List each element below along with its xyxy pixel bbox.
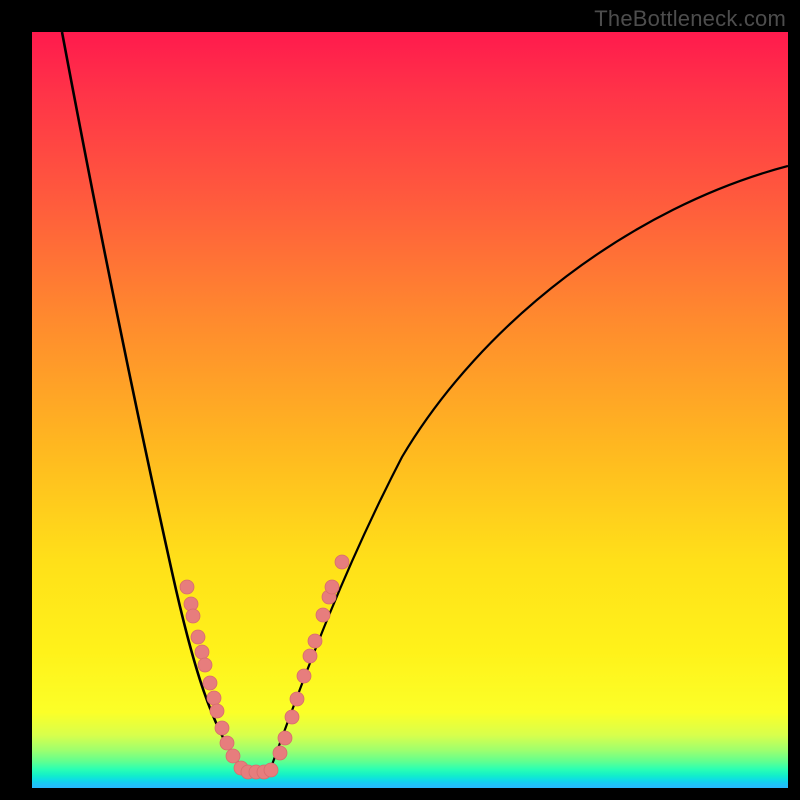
- attribution-label: TheBottleneck.com: [594, 6, 786, 32]
- left-curve: [62, 32, 244, 770]
- plot-area: [32, 32, 788, 788]
- right-curve: [270, 166, 788, 770]
- chart-frame: TheBottleneck.com: [0, 0, 800, 800]
- curves-layer: [32, 32, 788, 788]
- valley-floor: [244, 770, 270, 772]
- dot-cluster: [180, 555, 349, 779]
